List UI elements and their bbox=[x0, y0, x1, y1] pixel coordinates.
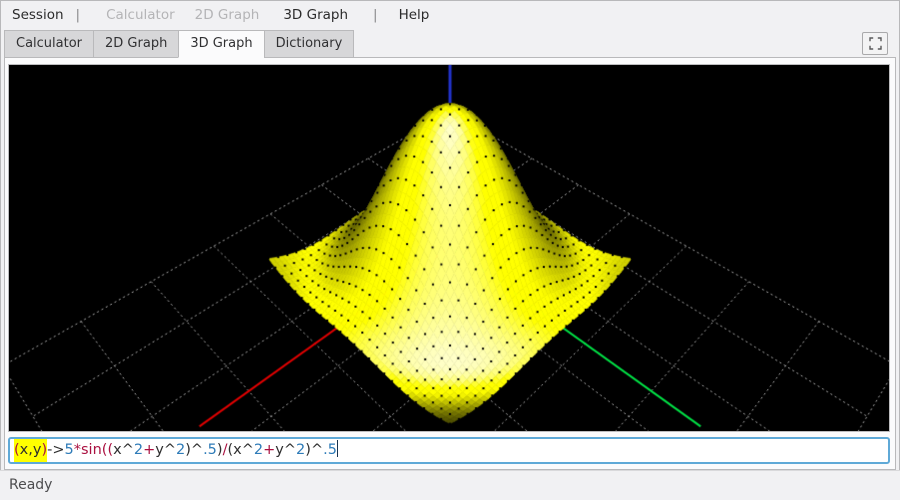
tabbar: Calculator 2D Graph 3D Graph Dictionary bbox=[4, 30, 896, 58]
expression-token: sin bbox=[81, 442, 102, 458]
expression-token: ^ bbox=[283, 442, 297, 458]
expression-token: x bbox=[113, 442, 122, 458]
tab-calculator[interactable]: Calculator bbox=[4, 30, 94, 58]
plot3d-view[interactable] bbox=[8, 64, 890, 432]
expression-token: x bbox=[233, 442, 242, 458]
expression-token: (( bbox=[101, 442, 114, 458]
expression-token: 2 bbox=[133, 442, 144, 458]
expression-token: y bbox=[275, 442, 284, 458]
menubar: Session | Calculator 2D Graph 3D Graph | Help bbox=[0, 0, 900, 30]
menu-item-2d-graph: 2D Graph bbox=[194, 7, 260, 23]
expression-token: 2 bbox=[253, 442, 264, 458]
menu-item-3d-graph[interactable]: 3D Graph bbox=[283, 0, 348, 30]
expression-token: .5 bbox=[203, 442, 217, 458]
fullscreen-button[interactable] bbox=[862, 32, 888, 55]
menu-item-session[interactable]: Session bbox=[12, 0, 64, 30]
expression-token: ^ bbox=[310, 442, 324, 458]
menu-separator: | bbox=[75, 7, 81, 23]
expression-token: 2 bbox=[176, 442, 186, 458]
expression-token: .5 bbox=[323, 442, 337, 458]
menu-item-help[interactable]: Help bbox=[399, 0, 430, 30]
expression-token: ^ bbox=[190, 442, 204, 458]
expression-token: 2 bbox=[296, 442, 306, 458]
statusbar: Ready bbox=[0, 470, 900, 500]
menu-item-calculator: Calculator bbox=[106, 7, 175, 23]
expression-token: 5 bbox=[64, 442, 74, 458]
expression-token: + bbox=[143, 442, 156, 458]
status-text: Ready bbox=[9, 477, 53, 493]
expression-token: * bbox=[73, 442, 81, 458]
expression-token: ^ bbox=[121, 442, 134, 458]
expression-token: + bbox=[263, 442, 276, 458]
tab-dictionary[interactable]: Dictionary bbox=[263, 30, 355, 58]
expression-input[interactable]: (x,y)->5*sin((x^2+y^2)^.5)/(x^2+y^2)^.5 bbox=[8, 437, 890, 464]
expression-token: -> bbox=[47, 442, 65, 458]
tab-3d-graph[interactable]: 3D Graph bbox=[178, 30, 264, 58]
fullscreen-icon bbox=[868, 37, 882, 50]
expression-token: y bbox=[155, 442, 164, 458]
expression-token: ^ bbox=[163, 442, 176, 458]
expression-token: x,y bbox=[19, 439, 42, 462]
expression-token: ^ bbox=[241, 442, 254, 458]
text-caret bbox=[336, 440, 339, 457]
content-panel: (x,y)->5*sin((x^2+y^2)^.5)/(x^2+y^2)^.5 bbox=[4, 57, 896, 470]
menu-separator: | bbox=[373, 7, 378, 23]
tab-2d-graph[interactable]: 2D Graph bbox=[93, 30, 179, 58]
